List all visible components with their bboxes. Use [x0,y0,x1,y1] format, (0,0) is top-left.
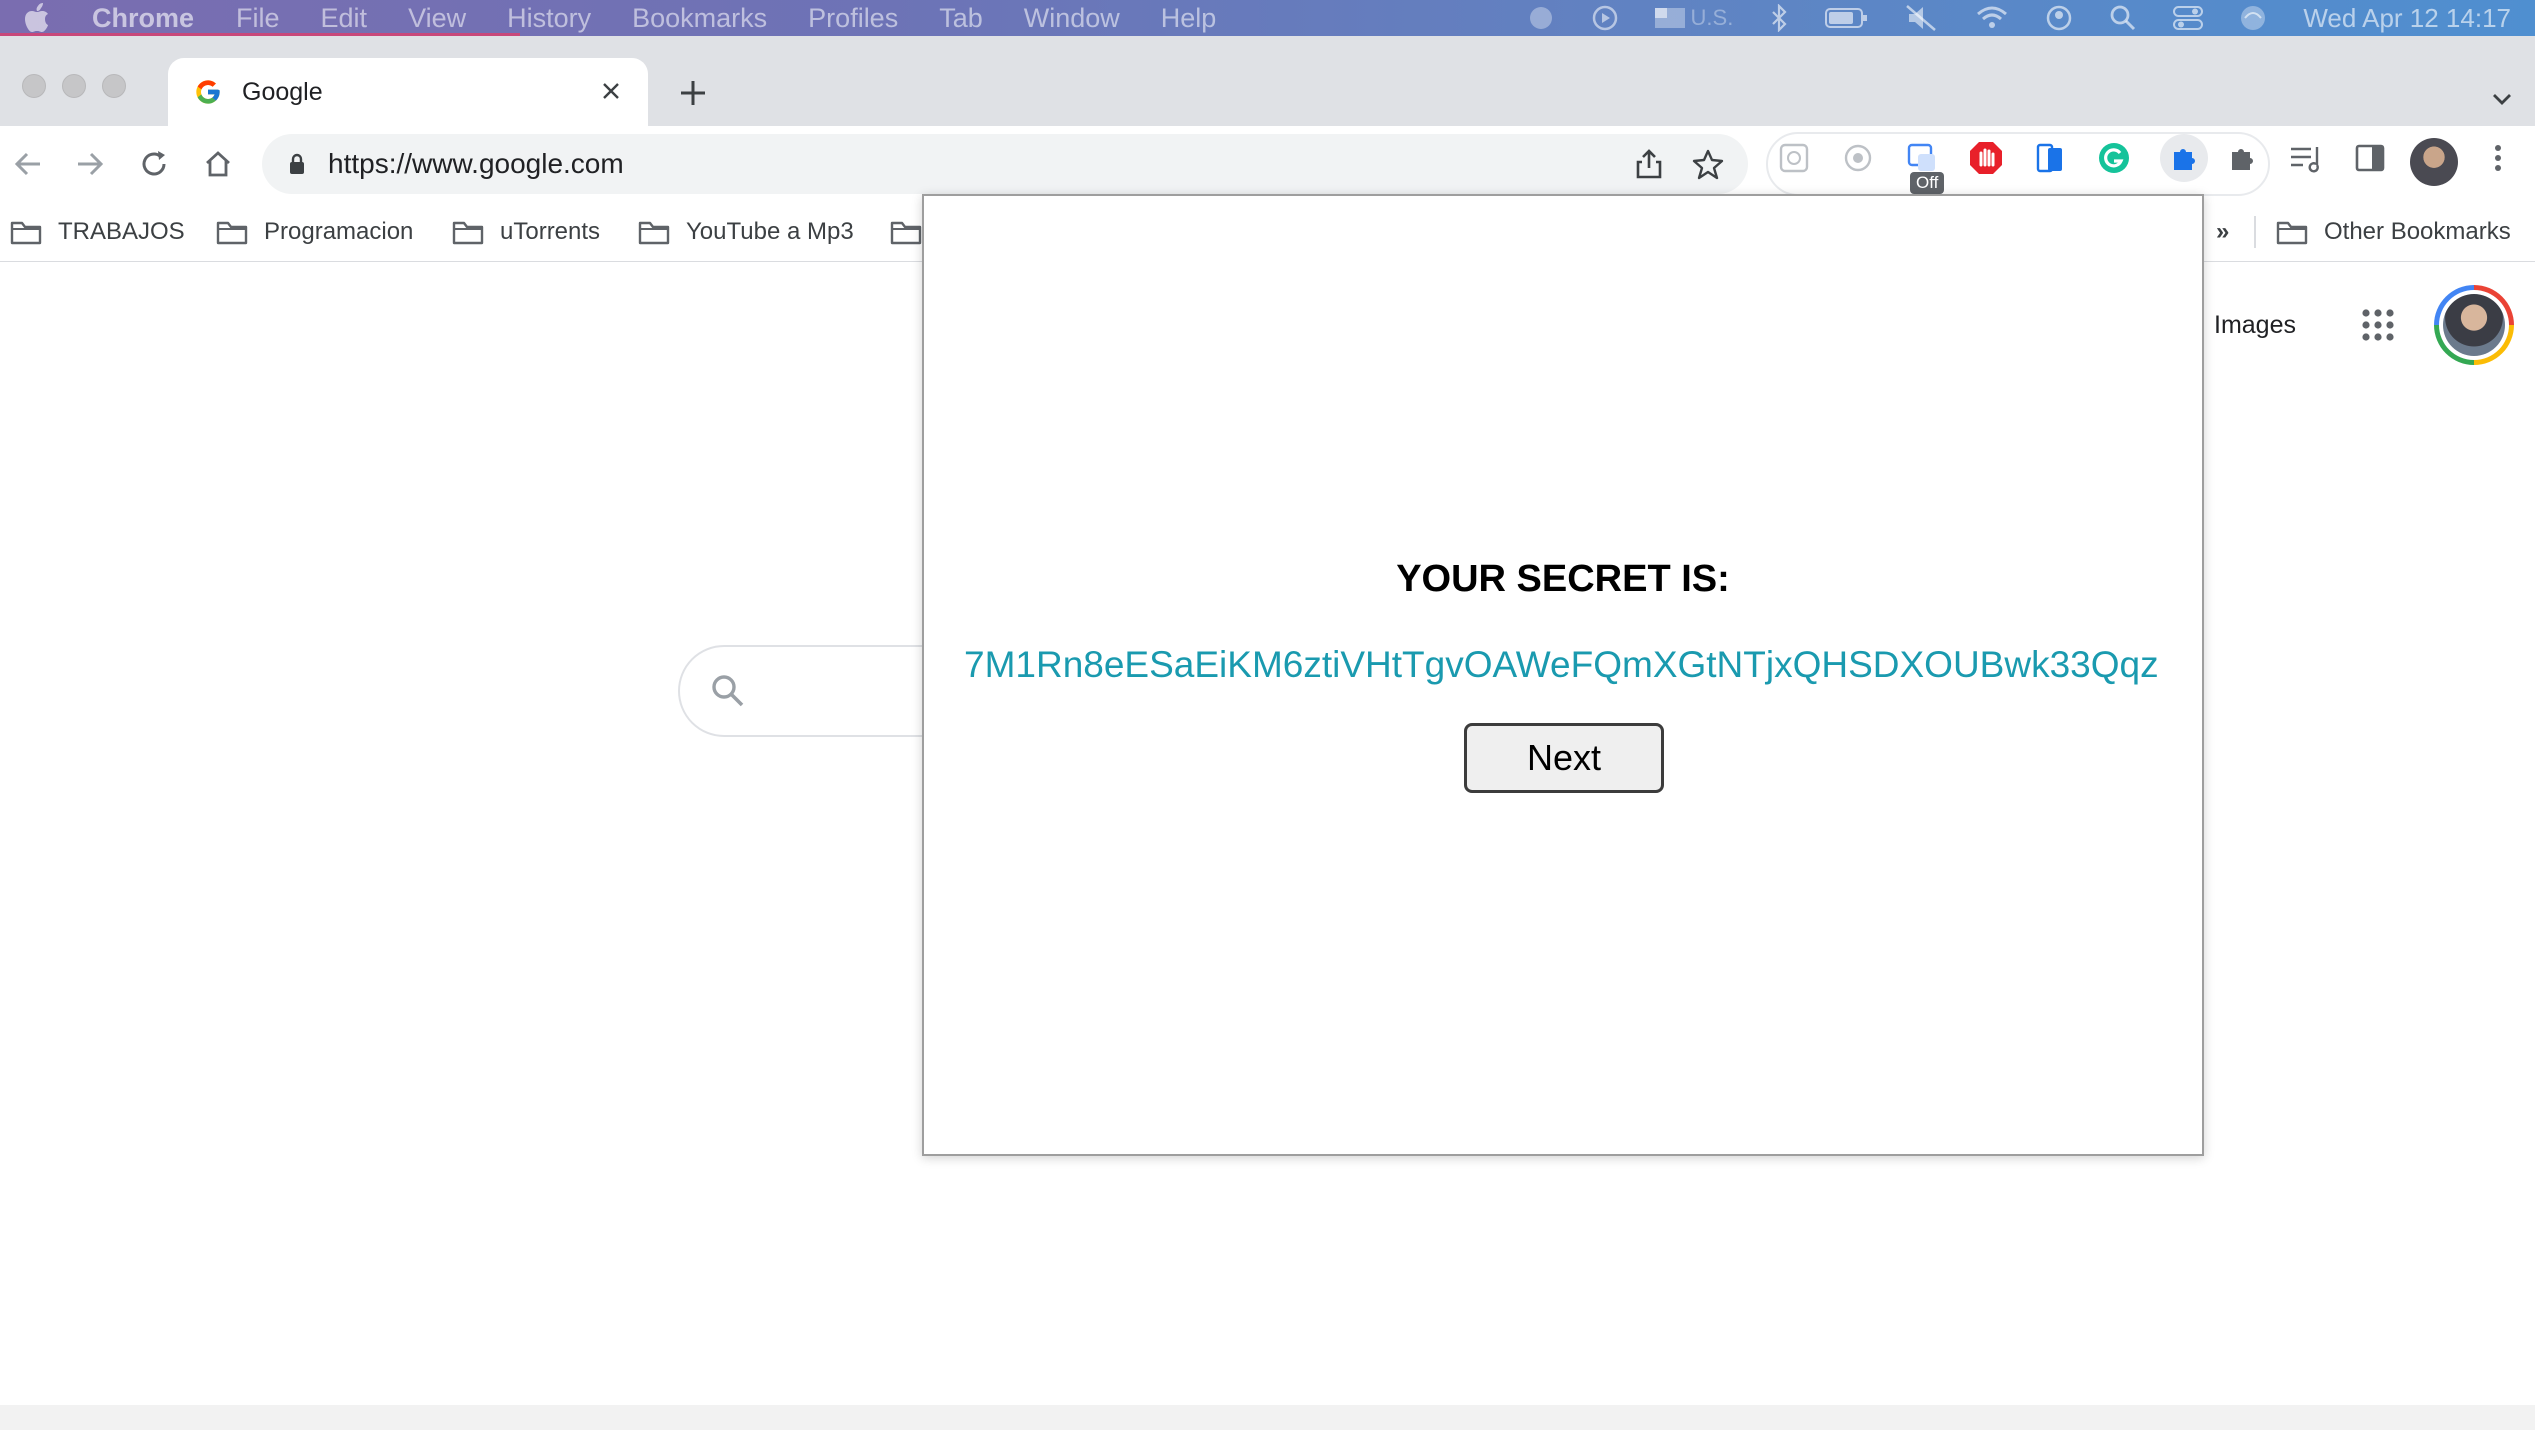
address-bar[interactable]: https://www.google.com [262,134,1748,194]
bookmarks-divider [2254,216,2256,248]
secret-value[interactable]: 7M1Rn8eESaEiKM6ztiVHtTgvOAWeFQmXGtNTjxQH… [964,644,2162,686]
folder-icon [890,221,922,245]
reload-icon[interactable] [136,146,172,182]
search-icon [710,673,746,714]
mute-icon[interactable] [1905,4,1939,32]
avatar-photo [2443,294,2505,356]
extension-adblock-hand-icon[interactable] [1968,140,2004,176]
play-icon[interactable] [1591,4,1619,32]
back-arrow-icon[interactable] [10,146,46,182]
extension-grammarly-icon[interactable] [2096,140,2132,176]
menubar-clock[interactable]: Wed Apr 12 14:17 [2303,3,2511,34]
bookmarks-overflow-chevron[interactable]: » [2216,214,2229,250]
bookmark-label: YouTube a Mp3 [686,218,854,245]
folder-icon [452,221,484,245]
extension-phone-icon[interactable] [2032,140,2068,176]
bookmark-folder-utorrents[interactable]: uTorrents [452,214,600,250]
menu-view[interactable]: View [408,3,466,34]
folder-icon [10,221,42,245]
home-icon[interactable] [200,146,236,182]
bookmark-folder-trabajos[interactable]: TRABAJOS [10,214,185,250]
close-tab-icon[interactable] [596,76,626,106]
extension-off-badge: Off [1910,172,1945,194]
extension-camera-icon[interactable] [1840,140,1876,176]
bookmark-folder-youtube-a-mp3[interactable]: YouTube a Mp3 [638,214,854,250]
more-options-kebab-icon[interactable] [2480,140,2516,176]
menu-window[interactable]: Window [1024,3,1120,34]
spotlight-search-icon[interactable] [2109,4,2137,32]
extensions-puzzle-icon[interactable] [2224,140,2260,176]
google-account-avatar[interactable] [2434,285,2514,365]
share-icon[interactable] [1634,148,1664,185]
tab-strip: Google [0,36,2535,126]
bluetooth-icon[interactable] [1769,4,1789,32]
input-source-flag-icon[interactable]: U.S. [1654,5,1734,31]
zoom-window-button[interactable] [102,74,126,98]
bookmark-label: uTorrents [500,218,601,245]
folder-icon [2276,221,2308,245]
bookmark-label: TRABAJOS [58,218,185,245]
tab-title: Google [242,77,323,106]
macos-menu-bar: Chrome File Edit View History Bookmarks … [0,0,2535,36]
menu-history[interactable]: History [507,3,591,34]
control-center-icon[interactable] [2173,5,2204,31]
battery-icon[interactable] [1825,6,1869,30]
extension-popup: YOUR SECRET IS: 7M1Rn8eESaEiKM6ztiVHtTgv… [922,194,2204,1156]
menu-tab[interactable]: Tab [939,3,983,34]
screen-recorder-icon[interactable] [1527,4,1555,32]
bookmark-label: Programacion [264,218,414,245]
next-button[interactable]: Next [1464,723,1664,793]
close-window-button[interactable] [22,74,46,98]
menu-file[interactable]: File [236,3,280,34]
wifi-icon[interactable] [1975,5,2009,31]
tab-search-chevron-down-icon[interactable] [2487,84,2517,114]
extension-grid-icon[interactable] [1776,140,1812,176]
google-apps-grid-icon[interactable] [2360,307,2396,343]
bookmark-star-icon[interactable] [1692,148,1724,185]
folder-icon [638,221,670,245]
new-tab-plus-icon[interactable] [676,76,710,110]
bookmark-folder-programacion[interactable]: Programacion [216,214,413,250]
menu-edit[interactable]: Edit [321,3,368,34]
google-favicon-icon [196,80,220,104]
extension-puzzle-active-icon[interactable] [2160,134,2208,182]
user-account-icon[interactable] [2045,4,2073,32]
folder-icon [216,221,248,245]
profile-avatar[interactable] [2410,138,2458,186]
menu-bookmarks[interactable]: Bookmarks [632,3,767,34]
minimize-window-button[interactable] [62,74,86,98]
url-text[interactable]: https://www.google.com [328,148,624,180]
status-area: U.S. Wed Apr 12 14:17 [1527,0,2511,36]
menu-profiles[interactable]: Profiles [808,3,898,34]
other-bookmarks-folder[interactable]: Other Bookmarks [2276,214,2511,250]
forward-arrow-icon[interactable] [72,146,108,182]
input-source-label: U.S. [1690,5,1734,30]
lock-icon[interactable] [288,152,306,181]
siri-icon[interactable] [2239,4,2267,32]
reading-list-icon[interactable] [2288,140,2324,176]
apple-menu-icon[interactable] [24,3,54,33]
extension-translate-icon[interactable] [1904,140,1940,176]
menu-help[interactable]: Help [1161,3,1217,34]
other-bookmarks-label: Other Bookmarks [2324,218,2511,245]
secret-heading: YOUR SECRET IS: [1396,558,1730,600]
page-bottom-strip [0,1405,2535,1430]
images-link[interactable]: Images [2214,311,2296,340]
browser-tab-google[interactable]: Google [168,58,648,126]
app-menu-chrome[interactable]: Chrome [92,3,194,34]
browser-toolbar: https://www.google.com Off [0,126,2535,202]
side-panel-icon[interactable] [2352,140,2388,176]
